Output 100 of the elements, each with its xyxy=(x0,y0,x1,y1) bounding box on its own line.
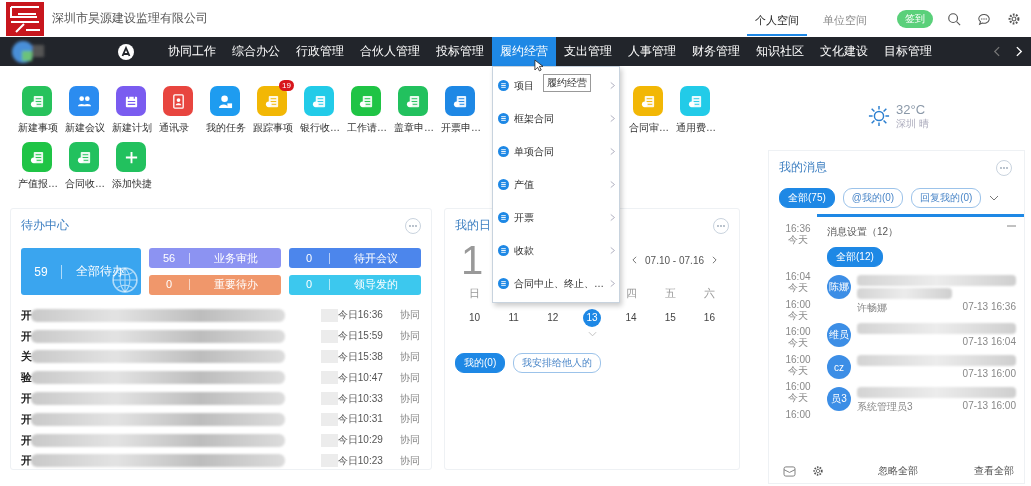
nav-item[interactable]: 人事管理 xyxy=(620,37,684,66)
panel-title: 我的消息 xyxy=(779,159,827,176)
message-day: 今天 xyxy=(788,337,808,348)
todo-time: 今日10:23 xyxy=(337,453,384,468)
todo-tile[interactable]: 0 待开会议 xyxy=(289,248,421,268)
weekday-label: 五 xyxy=(664,287,676,299)
shortcut-label: 新建事项 xyxy=(18,121,58,135)
view-all-link[interactable]: 查看全部 xyxy=(974,464,1014,478)
message-time: 16:36 xyxy=(785,223,811,234)
menu-item[interactable]: 产值 xyxy=(493,168,619,201)
menu-item[interactable]: 项目 履约经营 xyxy=(493,69,619,102)
avatar: 维员 xyxy=(827,323,851,347)
message-date: 07-13 16:00 xyxy=(962,368,1016,379)
date-range: 07.10 - 07.16 xyxy=(645,254,704,266)
filter-pill[interactable]: @我的(0) xyxy=(842,188,904,208)
tooltip: 履约经营 xyxy=(543,74,591,92)
panel-title: 待办中心 xyxy=(21,217,69,234)
shortcut-label: 工作请… xyxy=(347,121,387,135)
sender-name: 许畅娜 xyxy=(857,301,888,315)
menu-item[interactable]: 开票 xyxy=(493,201,619,234)
message-date: 07-13 16:00 xyxy=(962,400,1016,413)
todo-source: 协同 xyxy=(400,453,421,468)
message-day: 今天 xyxy=(788,392,808,403)
menu-item[interactable]: 收款 xyxy=(493,234,619,267)
shortcut-label: 新建会议 xyxy=(65,121,105,135)
weekday-label: 四 xyxy=(625,287,637,299)
temperature: 32°C xyxy=(896,101,927,117)
todo-title[interactable]: 开 xyxy=(21,432,31,448)
message-day: 今天 xyxy=(788,282,808,293)
nav-item[interactable]: 支出管理 xyxy=(556,37,620,66)
filter-pill[interactable]: 我的(0) xyxy=(455,353,506,373)
todo-title[interactable]: 开 xyxy=(21,453,31,469)
calendar-day[interactable]: 13 xyxy=(583,309,601,327)
filter-pill[interactable]: 全部(75) xyxy=(779,188,835,208)
todo-time: 今日15:38 xyxy=(337,350,384,364)
shortcut-label: 我的任务 xyxy=(206,121,246,135)
nav-item[interactable]: 协同工作 xyxy=(160,37,224,66)
filter-pill[interactable]: 全部(12) xyxy=(827,247,883,267)
todo-source: 协同 xyxy=(400,308,421,323)
message-day: 今天 xyxy=(788,309,808,321)
nav-item[interactable]: 投标管理 xyxy=(428,37,492,66)
message-time: 16:00 xyxy=(785,408,811,420)
count-badge: 19 xyxy=(279,80,294,91)
calendar-day[interactable]: 10 xyxy=(465,309,484,327)
shortcut-label: 开票申… xyxy=(441,121,481,135)
shortcut-label: 盖章申… xyxy=(394,121,434,135)
panel-title: 我的日 xyxy=(455,217,491,234)
ignore-all-link[interactable]: 忽略全部 xyxy=(878,464,918,478)
space-tab[interactable]: 单位空间 xyxy=(815,5,875,36)
big-date: 1 xyxy=(461,240,485,280)
message-date: 07-13 16:04 xyxy=(962,336,1016,347)
message-date: 07-13 16:36 xyxy=(962,301,1016,314)
todo-source: 协同 xyxy=(400,412,421,427)
filter-pill[interactable]: 我安排给他人的 xyxy=(513,353,602,373)
calendar-day[interactable]: 16 xyxy=(700,309,719,327)
avatar: 员3 xyxy=(827,387,851,411)
todo-source: 协同 xyxy=(400,433,421,448)
todo-title[interactable]: 开 xyxy=(21,411,31,427)
company-name: 深圳市昊源建设监理有限公司 xyxy=(52,10,208,27)
avatar: 陈娜 xyxy=(827,275,851,299)
shortcut-label: 新建计划 xyxy=(112,121,152,135)
nav-item[interactable]: 财务管理 xyxy=(684,37,748,66)
settings-label: 消息设置（12） xyxy=(827,225,899,239)
nav-item[interactable]: 合伙人管理 xyxy=(352,37,428,66)
todo-time: 今日10:29 xyxy=(337,433,384,448)
message-time: 16:00 xyxy=(785,298,811,310)
todo-title[interactable]: 开 xyxy=(21,328,31,344)
nav-item[interactable]: 知识社区 xyxy=(748,37,812,66)
nav-item[interactable]: 综合办公 xyxy=(224,37,288,66)
calendar-day[interactable]: 11 xyxy=(504,309,523,327)
todo-time: 今日10:33 xyxy=(337,391,384,406)
nav-item[interactable]: 目标管理 xyxy=(876,37,940,66)
nav-item[interactable]: 行政管理 xyxy=(288,37,352,66)
weather-location: 深圳 晴 xyxy=(896,116,929,131)
calendar-day[interactable]: 14 xyxy=(622,309,641,327)
shortcut-label: 添加快捷 xyxy=(112,177,152,191)
weekday-label: 六 xyxy=(703,287,715,299)
todo-source: 协同 xyxy=(400,329,421,344)
todo-title[interactable]: 开 xyxy=(21,391,31,407)
shortcut-label: 合同审… xyxy=(629,121,669,135)
calendar-day[interactable]: 15 xyxy=(661,309,680,327)
avatar: cz xyxy=(827,355,851,379)
todo-time: 今日15:59 xyxy=(337,329,384,344)
message-time: 16:04 xyxy=(785,271,811,282)
todo-title[interactable]: 开 xyxy=(21,307,31,323)
message-time: 16:00 xyxy=(785,353,811,365)
message-time: 16:00 xyxy=(785,326,811,337)
menu-item[interactable]: 单项合同 xyxy=(493,135,619,168)
calendar-day[interactable]: 12 xyxy=(543,309,562,327)
nav-item[interactable]: 文化建设 xyxy=(812,37,876,66)
menu-item[interactable]: 框架合同 xyxy=(493,102,619,135)
todo-title[interactable]: 验 xyxy=(21,370,31,386)
menu-item[interactable]: 合同中止、终止、… xyxy=(493,267,619,300)
todo-title[interactable]: 关 xyxy=(21,349,31,365)
filter-pill[interactable]: 回复我的(0) xyxy=(911,188,982,208)
nav-item[interactable]: 履约经营 xyxy=(492,37,556,66)
shortcut-label: 跟踪事项 xyxy=(253,121,293,135)
shortcut-label: 产值报… xyxy=(18,177,58,191)
shortcut-label: 通讯录 xyxy=(159,121,189,135)
todo-time: 今日10:31 xyxy=(337,412,384,427)
